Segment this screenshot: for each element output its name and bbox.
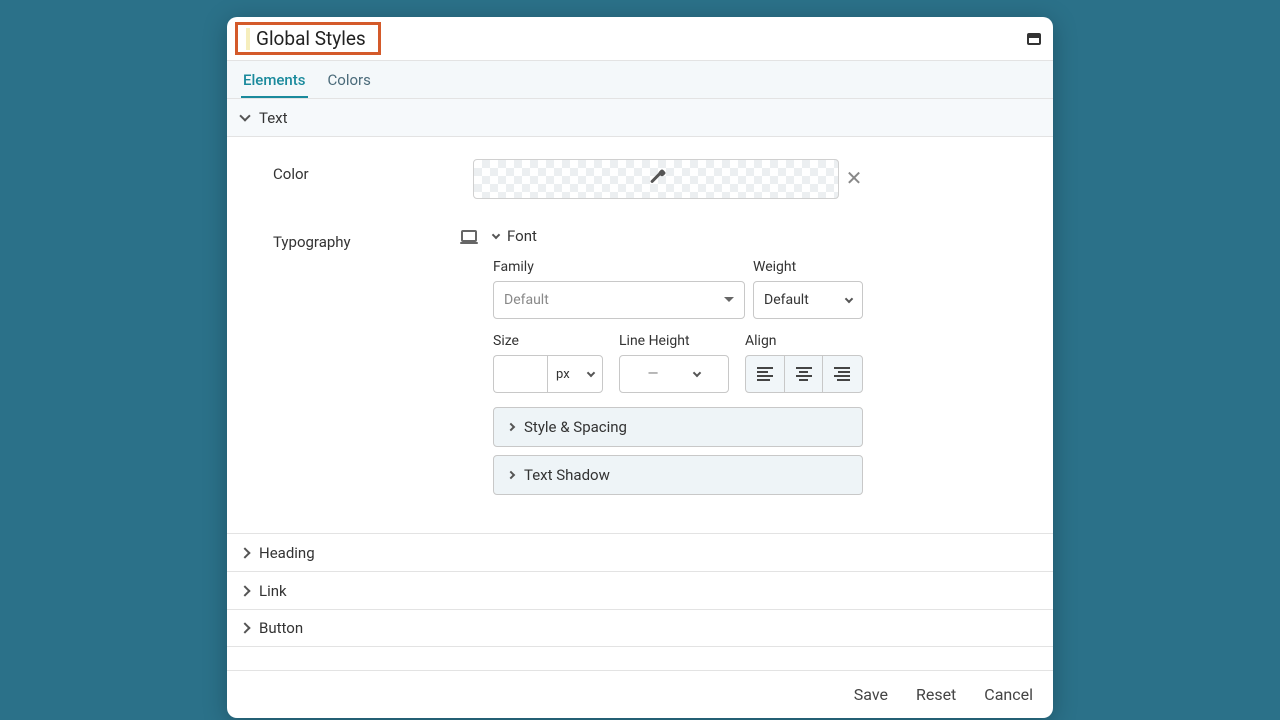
section-link-header[interactable]: Link	[227, 571, 1053, 609]
value-size-unit: px	[556, 367, 570, 382]
align-left-button[interactable]	[746, 356, 784, 392]
panel-body: Text Color ✕ Typography	[227, 99, 1053, 670]
section-button-label: Button	[259, 619, 303, 637]
chevron-right-icon	[239, 585, 250, 596]
label-typography: Typography	[241, 227, 493, 251]
window-title: Global Styles	[256, 27, 366, 50]
label-color: Color	[241, 159, 493, 183]
window-mode-icon[interactable]	[1027, 33, 1041, 45]
label-font: Font	[507, 227, 537, 245]
value-line-height: —	[648, 366, 660, 382]
row-color: Color ✕	[241, 159, 1039, 199]
title-marker	[246, 28, 250, 50]
fields-family-weight: Family Default Weight Default	[493, 259, 863, 319]
label-size: Size	[493, 333, 611, 349]
clear-color-button[interactable]: ✕	[843, 168, 865, 190]
select-family[interactable]: Default	[493, 281, 745, 319]
tab-bar: Elements Colors	[227, 61, 1053, 99]
tab-colors[interactable]: Colors	[326, 61, 373, 98]
section-text-header[interactable]: Text	[227, 99, 1053, 137]
select-weight[interactable]: Default	[753, 281, 863, 319]
value-weight: Default	[764, 292, 809, 308]
font-subheader[interactable]: Font	[493, 227, 863, 245]
section-heading-label: Heading	[259, 544, 315, 562]
section-button-header[interactable]: Button	[227, 609, 1053, 647]
section-link-label: Link	[259, 582, 287, 600]
size-number-input[interactable]	[493, 355, 547, 393]
panel-text-shadow[interactable]: Text Shadow	[493, 455, 863, 495]
device-icon[interactable]	[461, 230, 477, 242]
input-size[interactable]: px	[493, 355, 611, 393]
chevron-right-icon	[507, 471, 515, 479]
section-text-content: Color ✕ Typography Font	[227, 137, 1053, 533]
save-button[interactable]: Save	[854, 685, 888, 704]
label-style-spacing: Style & Spacing	[524, 418, 627, 436]
chevron-down-icon	[693, 368, 701, 376]
chevron-right-icon	[239, 547, 250, 558]
label-line-height: Line Height	[619, 333, 737, 349]
section-text-label: Text	[259, 109, 288, 127]
chevron-right-icon	[239, 622, 250, 633]
cancel-button[interactable]: Cancel	[984, 685, 1033, 704]
align-group	[745, 355, 863, 393]
chevron-down-icon	[587, 368, 595, 376]
color-picker[interactable]	[473, 159, 839, 199]
label-align: Align	[745, 333, 863, 349]
global-styles-window: Global Styles Elements Colors Text Color…	[227, 17, 1053, 718]
label-weight: Weight	[753, 259, 863, 275]
select-line-height[interactable]: —	[619, 355, 729, 393]
fields-size-lh-align: Size px Line Height	[493, 333, 863, 393]
chevron-down-icon	[492, 230, 500, 238]
dialog-footer: Save Reset Cancel	[227, 670, 1053, 718]
chevron-right-icon	[507, 423, 515, 431]
chevron-down-icon	[239, 110, 250, 121]
label-family: Family	[493, 259, 745, 275]
title-highlight: Global Styles	[235, 22, 381, 55]
tab-elements[interactable]: Elements	[241, 61, 308, 98]
align-center-button[interactable]	[784, 356, 822, 392]
value-family: Default	[504, 292, 549, 308]
row-typography: Typography Font Family	[241, 227, 1039, 503]
align-right-button[interactable]	[822, 356, 860, 392]
label-text-shadow: Text Shadow	[524, 466, 610, 484]
section-heading-header[interactable]: Heading	[227, 533, 1053, 571]
reset-button[interactable]: Reset	[916, 685, 956, 704]
size-unit-select[interactable]: px	[547, 355, 603, 393]
window-header: Global Styles	[227, 17, 1053, 61]
panel-style-spacing[interactable]: Style & Spacing	[493, 407, 863, 447]
eyedropper-icon	[647, 170, 665, 188]
dropdown-caret-icon	[724, 297, 734, 307]
chevron-down-icon	[845, 294, 853, 302]
